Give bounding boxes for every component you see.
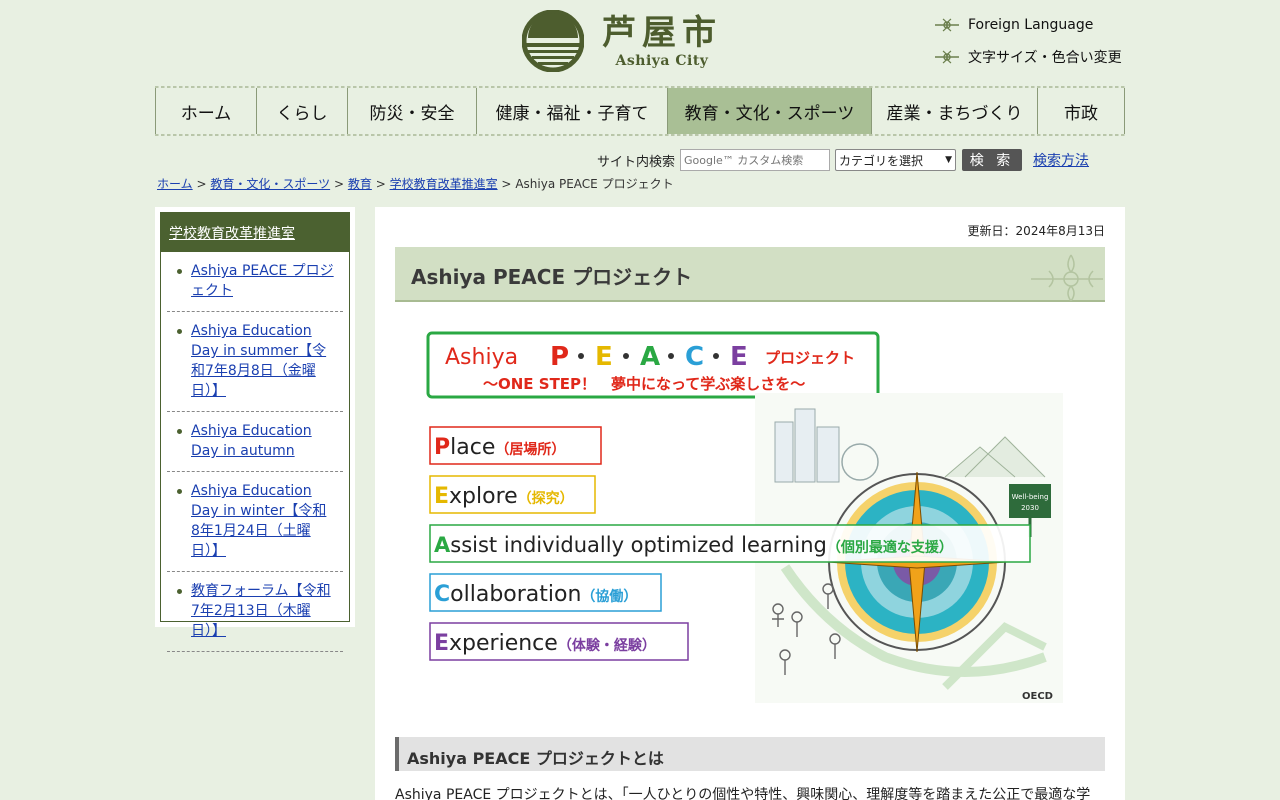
figure-title-suffix: プロジェクト [765,349,855,367]
search-button[interactable]: 検 索 [962,149,1023,171]
body-paragraph: Ashiya PEACE プロジェクトとは、「一人ひとりの個性や特性、興味関心、… [395,787,1091,800]
peace-item: Experience（体験・経験） [429,622,689,661]
sidebar-item: Ashiya Education Day in winter【令和8年1月24日… [167,472,343,572]
sidebar-item: Ashiya PEACE プロジェクト [167,252,343,312]
sidebar-list: Ashiya PEACE プロジェクト Ashiya Education Day… [161,252,349,652]
section-title: Ashiya PEACE プロジェクトとは [407,749,664,768]
logo-japanese-text: 芦屋市 [602,13,722,53]
sidebar: 学校教育改革推進室 Ashiya PEACE プロジェクト Ashiya Edu… [155,207,355,652]
nav-item-kyouiku[interactable]: 教育・文化・スポーツ [667,88,871,134]
sprig-icon [935,18,959,32]
breadcrumb-home[interactable]: ホーム [157,177,193,191]
sidebar-link-forum[interactable]: 教育フォーラム【令和7年2月13日（木曜日）】 [191,583,331,639]
sidebar-item: Ashiya Education Day in autumn [167,412,343,472]
sidebar-item: Ashiya Education Day in summer【令和7年8月8日（… [167,312,343,412]
figure-title-letter: E [730,342,748,372]
oecd-label: OECD [1022,691,1053,702]
sidebar-link-winter[interactable]: Ashiya Education Day in winter【令和8年1月24日… [191,483,326,559]
breadcrumb-kyouiku-bunka[interactable]: 教育・文化・スポーツ [210,177,330,191]
foreign-language-label: Foreign Language [968,17,1094,33]
peace-item: Place（居場所） [429,426,602,465]
figure-title-letter: A [640,342,660,372]
page-title: Ashiya PEACE プロジェクト [411,265,693,289]
search-input[interactable] [680,149,831,171]
figure-title-dot [668,353,674,359]
text-size-color-link[interactable]: 文字サイズ・色合い変更 [934,47,1122,67]
ornament-icon [1031,254,1103,301]
nav-item-kenkou[interactable]: 健康・福祉・子育て [476,88,667,134]
peace-item: Assist individually optimized learning（個… [429,524,1031,563]
peace-item: Explore（探究） [429,475,596,514]
text-size-color-label: 文字サイズ・色合い変更 [968,50,1122,66]
chevron-down-icon: ▼ [945,155,953,165]
figure-title-dot [623,353,629,359]
nav-item-bousai[interactable]: 防災・安全 [347,88,476,134]
breadcrumb-separator: > [375,177,386,191]
wellbeing-label: Well-being [1012,493,1049,501]
city-logo[interactable]: 芦屋市 Ashiya City [522,8,732,74]
nav-divider-bottom [155,134,1125,136]
nav-item-shisei[interactable]: 市政 [1037,88,1125,134]
breadcrumb-kyouiku[interactable]: 教育 [348,177,372,191]
sidebar-item: 教育フォーラム【令和7年2月13日（木曜日）】 [167,572,343,652]
sidebar-link-autumn[interactable]: Ashiya Education Day in autumn [191,423,312,459]
nav-item-kurashi[interactable]: くらし [256,88,347,134]
figure-title-prefix: Ashiya [445,345,518,370]
figure-title-dot [578,353,584,359]
wellbeing-year: 2030 [1021,504,1039,512]
figure-title-letter: E [595,342,613,372]
figure-title-dot [713,353,719,359]
page-title-bar: Ashiya PEACE プロジェクト [395,247,1105,302]
peace-project-figure: Ashiya PEACE プロジェクト ～ONE STEP！ 夢中になって学ぶ楽… [426,331,1063,703]
site-search: サイト内検索 カテゴリを選択 ▼ 検 索 検索方法 [597,149,1089,171]
figure-title-letter: C [685,342,704,372]
sidebar-link-summer[interactable]: Ashiya Education Day in summer【令和7年8月8日（… [191,323,326,399]
breadcrumb-separator: > [333,177,345,191]
peace-item: Collaboration（協働） [429,573,662,612]
breadcrumb-gakkou[interactable]: 学校教育改革推進室 [390,177,498,191]
updated-date: 更新日：2024年8月13日 [967,224,1105,238]
breadcrumb-current: Ashiya PEACE プロジェクト [515,177,674,191]
figure-subtitle: ～ONE STEP！ 夢中になって学ぶ楽しさを～ [483,375,805,393]
breadcrumb-separator: > [501,177,512,191]
sidebar-link-peace[interactable]: Ashiya PEACE プロジェクト [191,263,334,299]
sprig-icon [935,50,959,64]
figure-title-letter: P [550,342,569,372]
foreign-language-link[interactable]: Foreign Language [934,16,1093,34]
main-content: 更新日：2024年8月13日 Ashiya PEACE プロジェクト Ashiy… [375,207,1125,800]
nav-item-home[interactable]: ホーム [155,88,256,134]
nav-item-sangyou[interactable]: 産業・まちづくり [871,88,1037,134]
category-select[interactable]: カテゴリを選択 ▼ [835,149,957,171]
search-help-link[interactable]: 検索方法 [1033,150,1089,170]
search-label: サイト内検索 [597,154,676,170]
breadcrumb-separator: > [196,177,207,191]
sidebar-title[interactable]: 学校教育改革推進室 [161,213,349,252]
section-heading-bar: Ashiya PEACE プロジェクトとは [395,737,1105,771]
category-select-value: カテゴリを選択 [839,153,924,168]
breadcrumb: ホーム > 教育・文化・スポーツ > 教育 > 学校教育改革推進室 > Ashi… [157,175,674,192]
global-nav: ホーム くらし 防災・安全 健康・福祉・子育て 教育・文化・スポーツ 産業・まち… [155,86,1125,136]
city-emblem-icon [522,10,584,72]
logo-english-text: Ashiya City [615,53,709,69]
